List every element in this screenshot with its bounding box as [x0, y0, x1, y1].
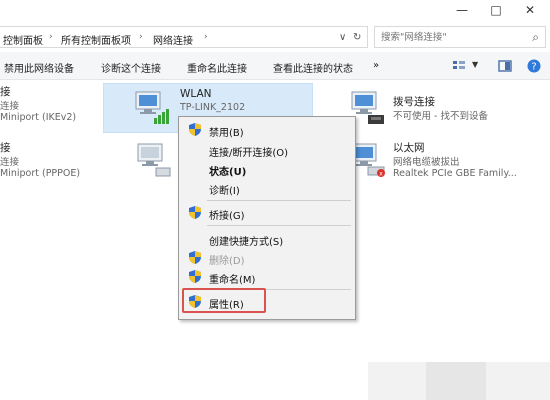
menu-item-status[interactable]: 状态(U): [209, 163, 246, 178]
help-icon[interactable]: ?: [526, 58, 542, 74]
context-menu: 禁用(B) 连接/断开连接(O) 状态(U) 诊断(I) 桥接(G) 创建快捷方…: [178, 116, 356, 320]
svg-text:x: x: [379, 171, 383, 178]
breadcrumb-separator: ›: [139, 32, 143, 42]
menu-item-diagnose[interactable]: 诊断(I): [209, 182, 240, 197]
refresh-icon[interactable]: ↻: [353, 32, 361, 43]
background-tile: [426, 362, 486, 400]
view-status-button[interactable]: 查看此连接的状态: [273, 60, 353, 75]
minimize-button[interactable]: —: [444, 0, 480, 22]
close-button[interactable]: ✕: [512, 0, 548, 22]
shield-icon: [189, 270, 201, 283]
address-bar: 控制面板 › 所有控制面板项 › 网络连接 › ∨ ↻ ⌕: [0, 24, 550, 50]
connection-status: 连接: [0, 101, 20, 112]
connection-status: 网络电缆被拔出: [393, 157, 460, 168]
chevron-down-icon[interactable]: ▼: [472, 60, 478, 69]
connection-name: 以太网: [393, 142, 425, 154]
wireless-network-icon: [135, 91, 169, 124]
disable-device-button[interactable]: 禁用此网络设备: [4, 60, 74, 75]
diagnose-connection-button[interactable]: 诊断这个连接: [101, 60, 161, 75]
connection-status: 连接: [0, 157, 20, 168]
breadcrumb-control-panel[interactable]: 控制面板: [3, 32, 43, 47]
connection-name: 接: [0, 86, 11, 98]
shield-icon: [189, 206, 201, 219]
breadcrumb[interactable]: 控制面板 › 所有控制面板项 › 网络连接 › ∨ ↻: [0, 26, 368, 48]
background-tile: [368, 362, 426, 400]
menu-item-disable[interactable]: 禁用(B): [209, 124, 244, 139]
search-icon[interactable]: ⌕: [532, 30, 539, 45]
menu-item-rename[interactable]: 重命名(M): [209, 271, 255, 286]
menu-item-properties[interactable]: 属性(R): [209, 296, 244, 311]
connection-name: 接: [0, 142, 11, 154]
search-input[interactable]: [381, 27, 521, 47]
connection-status: 不可使用 - 找不到设备: [393, 111, 488, 122]
network-adapter-icon: [137, 143, 171, 177]
shield-icon: [189, 295, 201, 308]
connection-device: Realtek PCIe GBE Family...: [393, 168, 517, 179]
connection-device: Miniport (PPPOE): [0, 168, 81, 179]
shield-icon: [189, 123, 201, 136]
rename-connection-button[interactable]: 重命名此连接: [187, 60, 247, 75]
breadcrumb-network-connections[interactable]: 网络连接: [153, 32, 193, 47]
connections-list: 接 连接 Miniport (IKEv2) 接 连接 Miniport (PPP…: [0, 80, 550, 400]
menu-item-delete[interactable]: 删除(D): [209, 252, 245, 267]
breadcrumb-all-items[interactable]: 所有控制面板项: [61, 32, 131, 47]
address-dropdown-icon[interactable]: ∨: [339, 32, 346, 43]
background-tile: [486, 362, 550, 400]
wlan-ssid: TP-LINK_2102: [180, 102, 246, 113]
wlan-name: WLAN: [180, 88, 212, 100]
search-box: ⌕: [374, 26, 546, 48]
connection-device: Miniport (IKEv2): [0, 112, 77, 123]
preview-pane-icon[interactable]: [498, 59, 512, 73]
maximize-button[interactable]: □: [478, 0, 514, 22]
menu-separator: [207, 200, 351, 201]
shield-icon: [189, 251, 201, 264]
connection-name: 拨号连接: [393, 96, 435, 108]
view-options-icon[interactable]: [452, 59, 466, 73]
menu-separator: [207, 225, 351, 226]
menu-item-bridge[interactable]: 桥接(G): [209, 207, 245, 222]
menu-item-connect-disconnect[interactable]: 连接/断开连接(O): [209, 144, 288, 159]
breadcrumb-separator: ›: [49, 32, 53, 42]
svg-text:?: ?: [531, 62, 536, 73]
menu-item-create-shortcut[interactable]: 创建快捷方式(S): [209, 233, 283, 248]
title-bar: — □ ✕: [0, 0, 550, 22]
more-commands-button[interactable]: »: [373, 60, 379, 71]
breadcrumb-separator: ›: [204, 32, 208, 42]
command-bar: 禁用此网络设备 诊断这个连接 重命名此连接 查看此连接的状态 » ▼ ?: [0, 52, 550, 80]
